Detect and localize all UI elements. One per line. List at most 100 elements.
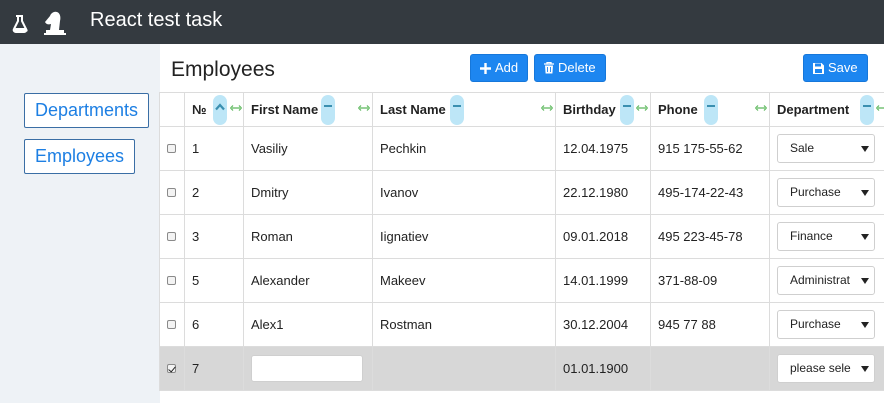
cell-first-name[interactable]: Alex1 [243,302,373,347]
table-row[interactable]: 6 Alex1 Rostman 30.12.2004 945 77 88 Pur… [159,302,884,347]
cell-number: 7 [184,346,244,391]
flask-icon [12,15,28,33]
sidebar-item-departments[interactable]: Departments [24,93,150,128]
sort-none-icon[interactable] [860,95,874,125]
row-checkbox[interactable] [167,276,176,285]
top-navbar: React test task [0,0,884,44]
column-resize-icon[interactable] [876,104,884,112]
save-button-label: Save [828,60,858,75]
row-checkbox[interactable] [167,232,176,241]
cell-first-name[interactable]: Vasiliy [243,126,373,171]
sidebar-item-employees[interactable]: Employees [24,139,136,174]
sort-ascending-icon[interactable] [213,95,227,125]
row-select-cell [159,214,185,259]
column-label: Department [777,102,850,117]
row-checkbox[interactable] [167,144,176,153]
cell-birthday[interactable]: 22.12.1980 [555,170,651,215]
department-select[interactable]: Finance [777,222,875,251]
column-label: First Name [251,102,319,117]
department-select-value: Sale [790,141,815,155]
row-select-cell [159,302,185,347]
chevron-down-icon [861,234,869,240]
column-resize-icon[interactable] [755,104,767,112]
cell-birthday[interactable]: 09.01.2018 [555,214,651,259]
first-name-input[interactable] [251,355,363,382]
delete-button-label: Delete [558,60,596,75]
cell-phone[interactable]: 495-174-22-43 [650,170,770,215]
department-select-value: Administrat [790,273,851,287]
table-row[interactable]: 5 Alexander Makeev 14.01.1999 371-88-09 … [159,258,884,303]
row-checkbox[interactable] [167,188,176,197]
chevron-down-icon [861,322,869,328]
trash-icon [544,61,554,74]
department-select-value: please sele [790,361,851,375]
sort-none-icon[interactable] [704,95,718,125]
cell-last-name[interactable]: Rostman [372,302,556,347]
column-resize-icon[interactable] [358,104,370,112]
chevron-down-icon [861,366,869,372]
select-all-header [159,92,185,127]
cell-department: Purchase [769,170,884,215]
column-label: № [192,102,207,117]
cell-phone[interactable] [650,346,770,391]
table-row[interactable]: 2 Dmitry Ivanov 22.12.1980 495-174-22-43… [159,170,884,215]
column-header-phone[interactable]: Phone [650,92,770,127]
table-row[interactable]: 3 Roman Iignatiev 09.01.2018 495 223-45-… [159,214,884,259]
department-select[interactable]: Purchase [777,310,875,339]
page-title: Employees [171,58,275,81]
add-button-label: Add [495,60,519,75]
chess-knight-icon [44,11,66,35]
add-button[interactable]: Add [470,54,529,82]
department-select[interactable]: Sale [777,134,875,163]
sort-none-icon[interactable] [450,95,464,125]
column-resize-icon[interactable] [541,104,553,112]
cell-department: Finance [769,214,884,259]
employees-table-wrap: № First Name Last Name Birthday Phone De… [159,92,884,403]
cell-phone[interactable]: 495 223-45-78 [650,214,770,259]
cell-number: 1 [184,126,244,171]
cell-last-name[interactable] [372,346,556,391]
cell-last-name[interactable]: Iignatiev [372,214,556,259]
floppy-disk-icon [813,63,824,74]
department-select[interactable]: Purchase [777,178,875,207]
sort-none-icon[interactable] [321,95,335,125]
cell-last-name[interactable]: Ivanov [372,170,556,215]
department-select[interactable]: Administrat [777,266,875,295]
column-header-number[interactable]: № [184,92,244,127]
cell-first-name [243,346,373,391]
cell-birthday[interactable]: 01.01.1900 [555,346,651,391]
cell-phone[interactable]: 371-88-09 [650,258,770,303]
column-label: Phone [658,102,698,117]
column-header-birthday[interactable]: Birthday [555,92,651,127]
save-button[interactable]: Save [803,54,868,82]
table-row[interactable]: 1 Vasiliy Pechkin 12.04.1975 915 175-55-… [159,126,884,171]
column-resize-icon[interactable] [230,104,242,112]
row-checkbox[interactable] [167,320,176,329]
cell-birthday[interactable]: 30.12.2004 [555,302,651,347]
cell-department: Purchase [769,302,884,347]
cell-first-name[interactable]: Roman [243,214,373,259]
app-title: React test task [90,9,223,31]
cell-phone[interactable]: 945 77 88 [650,302,770,347]
cell-first-name[interactable]: Alexander [243,258,373,303]
cell-birthday[interactable]: 12.04.1975 [555,126,651,171]
row-checkbox-checked[interactable] [167,364,176,373]
column-resize-icon[interactable] [636,104,648,112]
cell-last-name[interactable]: Pechkin [372,126,556,171]
cell-last-name[interactable]: Makeev [372,258,556,303]
column-header-department[interactable]: Department [769,92,884,127]
cell-phone[interactable]: 915 175-55-62 [650,126,770,171]
cell-number: 2 [184,170,244,215]
sort-none-icon[interactable] [620,95,634,125]
cell-number: 3 [184,214,244,259]
delete-button[interactable]: Delete [534,54,606,82]
column-header-first-name[interactable]: First Name [243,92,373,127]
column-header-last-name[interactable]: Last Name [372,92,556,127]
column-label: Birthday [563,102,616,117]
cell-department: Administrat [769,258,884,303]
cell-first-name[interactable]: Dmitry [243,170,373,215]
department-select[interactable]: please sele [777,354,875,383]
table-row-new[interactable]: 7 01.01.1900 please sele [159,346,884,391]
chevron-down-icon [861,278,869,284]
cell-birthday[interactable]: 14.01.1999 [555,258,651,303]
